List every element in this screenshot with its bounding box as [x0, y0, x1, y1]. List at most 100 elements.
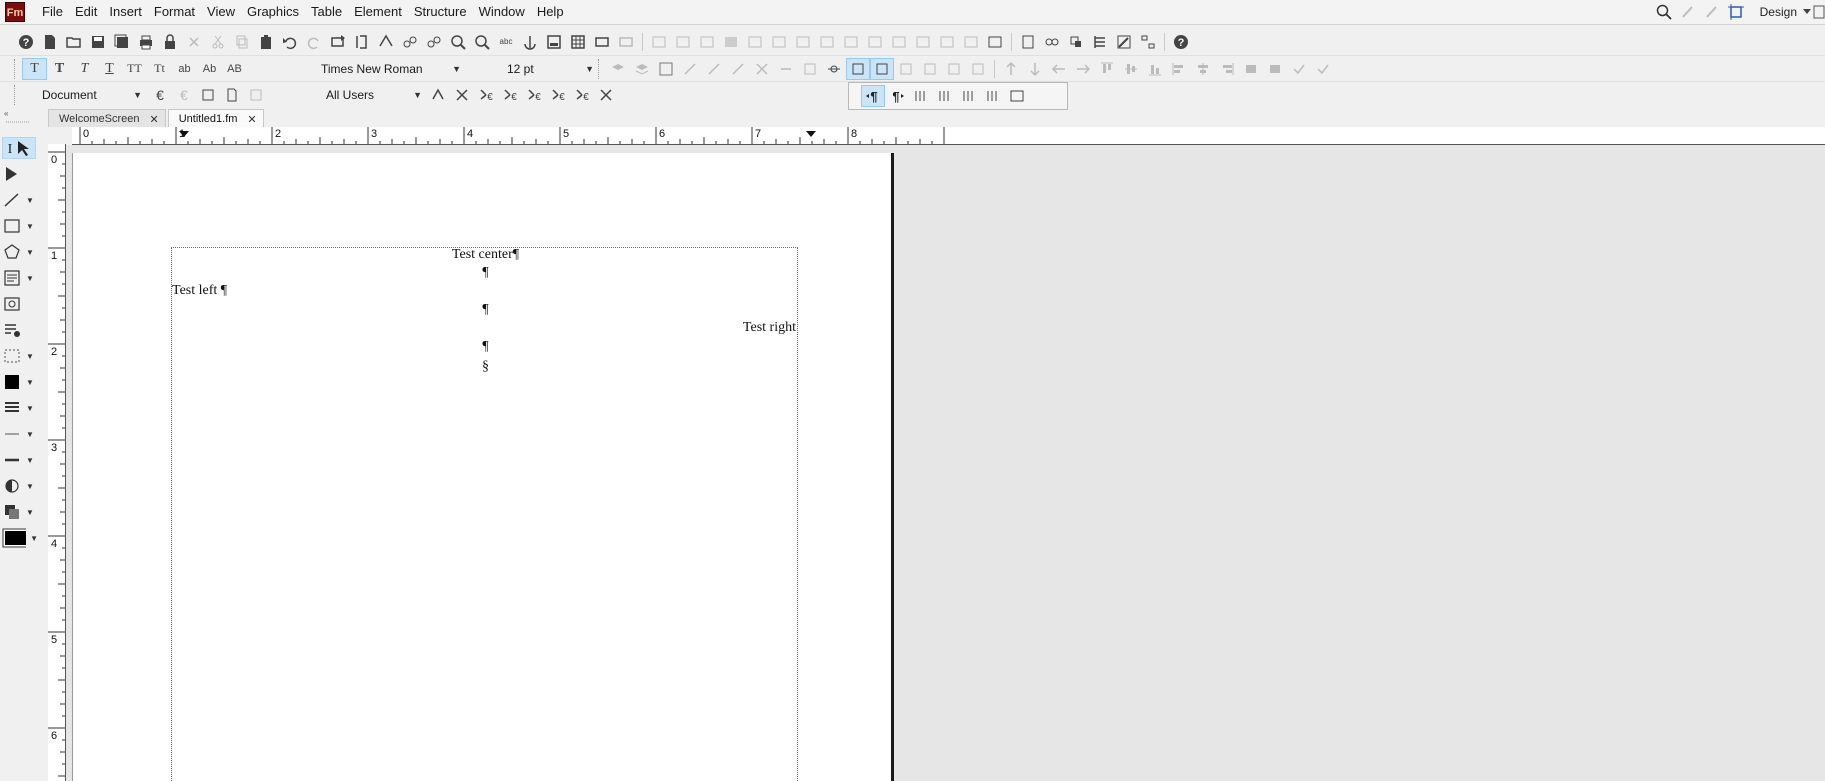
pen-icon[interactable] [1676, 1, 1700, 23]
menu-file[interactable]: File [36, 0, 69, 24]
lock-icon[interactable] [158, 31, 182, 53]
table-convert-icon[interactable] [983, 31, 1007, 53]
anchored-frame-icon[interactable] [846, 57, 870, 80]
table-grid-icon[interactable] [743, 31, 767, 53]
close-icon[interactable]: ✕ [247, 113, 256, 126]
uppercase-button[interactable]: AB [222, 58, 247, 80]
save-icon[interactable] [86, 31, 110, 53]
toolbar-grip[interactable] [14, 85, 18, 105]
align-object-icon[interactable] [822, 58, 846, 80]
distribute-2-icon[interactable] [1263, 58, 1287, 80]
italic-button[interactable]: T [72, 58, 97, 80]
new-document-icon[interactable] [38, 31, 62, 53]
checkmark-2-icon[interactable] [1311, 58, 1335, 80]
direction-toggle-icon[interactable] [1005, 85, 1029, 107]
table-bottom-icon[interactable] [887, 31, 911, 53]
ungroup-icon[interactable] [678, 58, 702, 80]
table-add-icon[interactable] [767, 31, 791, 53]
link-2-icon[interactable] [422, 31, 446, 53]
help-icon[interactable]: ? [14, 31, 38, 53]
conditional-icon[interactable] [614, 31, 638, 53]
rtl-text-icon[interactable] [933, 85, 957, 107]
align-top-icon[interactable] [1095, 58, 1119, 80]
paragraph-left[interactable]: Test left ¶ [172, 283, 227, 299]
reject-change-icon[interactable] [450, 84, 474, 106]
table-options-icon[interactable] [959, 31, 983, 53]
line-width-tool[interactable]: ▼ [2, 423, 38, 445]
find-icon[interactable] [446, 31, 470, 53]
structure-view-icon[interactable] [1016, 31, 1040, 53]
smooth-icon[interactable] [942, 58, 966, 80]
align-left-icon[interactable] [1167, 58, 1191, 80]
rotate-icon[interactable] [702, 58, 726, 80]
attributes-icon[interactable] [1064, 31, 1088, 53]
anchor-icon[interactable] [518, 31, 542, 53]
rtl-paragraph-icon[interactable]: ¶ [885, 85, 909, 107]
overprint-tool[interactable]: ▼ [2, 501, 38, 523]
table-insert-icon[interactable] [791, 31, 815, 53]
overline-button[interactable]: TT [122, 58, 147, 80]
ltr-paragraph-icon[interactable]: ¶ [861, 85, 885, 107]
accept-change-icon[interactable] [426, 84, 450, 106]
chevron-down-icon[interactable] [1801, 1, 1813, 23]
pen-pattern-tool[interactable]: ▼ [2, 397, 38, 419]
paragraph-empty-3[interactable]: ¶ [172, 339, 799, 355]
align-right-icon[interactable] [1215, 58, 1239, 80]
spellcheck-icon[interactable]: abc [494, 31, 518, 53]
table-row-icon[interactable] [647, 31, 671, 53]
hierarchy-icon[interactable] [1136, 31, 1160, 53]
save-all-icon[interactable] [110, 31, 134, 53]
ltr-run-icon[interactable] [957, 85, 981, 107]
menu-help[interactable]: Help [531, 0, 570, 24]
line-end-tool[interactable]: ▼ [2, 449, 38, 471]
tree-icon[interactable] [1088, 31, 1112, 53]
tint-tool[interactable]: ▼ [2, 475, 38, 497]
chevron-down-icon[interactable]: ▼ [26, 196, 34, 205]
lowercase-button[interactable]: ab [172, 58, 197, 80]
table-col-icon[interactable] [671, 31, 695, 53]
menu-edit[interactable]: Edit [69, 0, 103, 24]
text-select-tool[interactable]: I [2, 137, 38, 159]
table-top-icon[interactable] [863, 31, 887, 53]
ltr-text-icon[interactable] [909, 85, 933, 107]
menu-table[interactable]: Table [305, 0, 348, 24]
tab-untitled1[interactable]: Untitled1.fm ✕ [167, 109, 264, 128]
next-change-icon[interactable]: € [546, 84, 570, 106]
polygon-tool[interactable]: ▼ [2, 241, 38, 263]
chevron-down-icon[interactable]: ▼ [26, 430, 34, 439]
copy-icon[interactable] [230, 31, 254, 53]
delete-icon[interactable] [182, 31, 206, 53]
arrow-left-icon[interactable] [1047, 58, 1071, 80]
frame-icon[interactable] [1724, 1, 1748, 23]
table-layout-icon[interactable] [935, 31, 959, 53]
window-icon[interactable] [1813, 1, 1825, 23]
chevron-down-icon[interactable]: ▼ [26, 378, 34, 387]
align-bottom-icon[interactable] [1143, 58, 1167, 80]
align-middle-icon[interactable] [1119, 58, 1143, 80]
flip-v-icon[interactable] [774, 58, 798, 80]
arrow-up-icon[interactable] [999, 58, 1023, 80]
flip-h-icon[interactable] [750, 58, 774, 80]
flip-icon[interactable] [726, 58, 750, 80]
fill-color-tool[interactable]: ▼ [2, 371, 38, 393]
vertical-ruler[interactable]: 0 1 2 3 4 5 6 [48, 144, 66, 781]
group-icon[interactable] [654, 58, 678, 80]
paragraph-empty-2[interactable]: ¶ [172, 302, 799, 318]
close-icon[interactable]: ✕ [150, 113, 159, 126]
object-props-icon[interactable] [894, 58, 918, 80]
text-frame-tool[interactable]: ▼ [2, 267, 38, 289]
bold-button[interactable]: T [47, 58, 72, 80]
accept-doc-icon[interactable]: € [570, 84, 594, 106]
chevron-down-icon[interactable]: ▼ [26, 404, 34, 413]
line-tool[interactable]: ▼ [2, 189, 38, 211]
layer-icon[interactable] [606, 58, 630, 80]
page-icon[interactable] [220, 84, 244, 106]
track-changes-icon[interactable]: € [148, 84, 172, 106]
reject-all-icon[interactable]: € [498, 84, 522, 106]
accept-all-icon[interactable]: € [474, 84, 498, 106]
menu-view[interactable]: View [201, 0, 241, 24]
distribute-icon[interactable] [1239, 58, 1263, 80]
open-folder-icon[interactable] [62, 31, 86, 53]
help-2-icon[interactable]: ? [1169, 31, 1193, 53]
link-icon[interactable] [398, 31, 422, 53]
